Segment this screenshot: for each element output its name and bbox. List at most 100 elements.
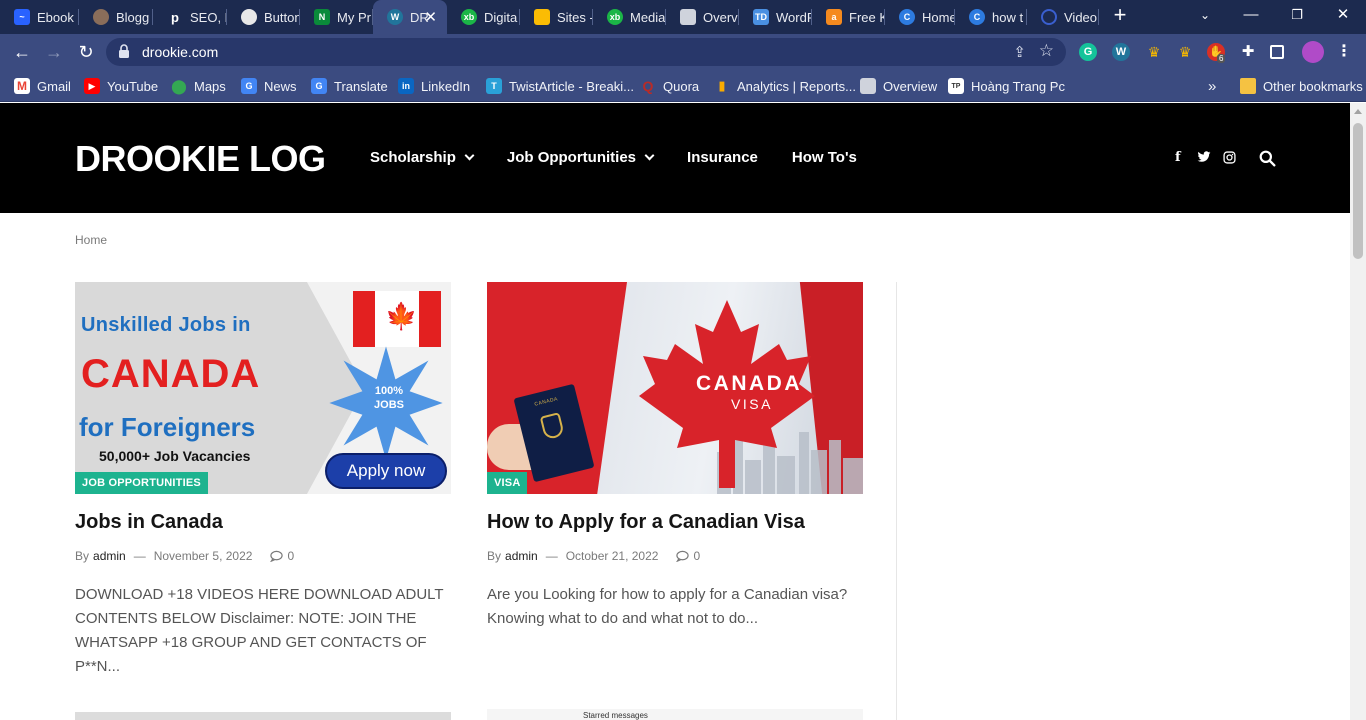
tab[interactable]: C Home — [885, 0, 955, 34]
nav-scholarship[interactable]: Scholarship — [370, 149, 475, 166]
facebook-icon[interactable]: f — [1175, 150, 1181, 165]
post-excerpt: Are you Looking for how to apply for a C… — [487, 586, 848, 627]
site-logo[interactable]: DROOKIE LOG — [75, 138, 326, 180]
reload-button[interactable]: ↻ — [74, 40, 98, 64]
tab-label: My Pr — [337, 9, 371, 25]
category-badge[interactable]: VISA — [487, 472, 528, 494]
tab-label: Free K — [849, 9, 885, 25]
bookmark-item[interactable]: Q Quora — [640, 77, 700, 95]
bookmark-item[interactable]: in LinkedIn — [398, 77, 470, 95]
post-card: Unskilled Jobs in CANADA for Foreigners … — [75, 282, 451, 679]
tab[interactable]: TD WordP — [739, 0, 812, 34]
tab[interactable]: Video — [1027, 0, 1099, 34]
side-panel-icon[interactable] — [1270, 45, 1284, 59]
sidebar-divider — [896, 282, 897, 720]
share-icon[interactable]: ⇪ — [1013, 43, 1026, 61]
crown-icon[interactable]: ♛ — [1176, 43, 1194, 61]
nav-how-tos[interactable]: How To's — [792, 149, 857, 166]
nav-label: How To's — [791, 149, 857, 166]
tab-label: Media — [630, 9, 666, 25]
canva-icon: C — [969, 9, 985, 25]
tab-search-icon[interactable]: ⌄ — [1182, 0, 1228, 30]
tab[interactable]: Button — [227, 0, 300, 34]
tab[interactable]: N My Pr — [300, 0, 373, 34]
crown-icon[interactable]: ♛ — [1145, 43, 1163, 61]
wordpress-ext-icon[interactable]: W — [1112, 43, 1130, 61]
more-bookmarks-button[interactable]: » — [1208, 77, 1216, 95]
comments-link[interactable]: 0 — [676, 549, 700, 563]
tab[interactable]: Overv — [666, 0, 739, 34]
bookmark-item[interactable]: ⬤ Maps — [171, 77, 226, 95]
tab-active[interactable]: W DR ✕ — [373, 0, 447, 34]
post-title[interactable]: How to Apply for a Canadian Visa — [487, 511, 863, 534]
main-navigation: Scholarship Job Opportunities Insurance … — [370, 149, 891, 166]
bookmark-label: Analytics | Reports... — [737, 78, 856, 94]
instagram-icon[interactable] — [1223, 151, 1236, 164]
tab-label: Ebook — [37, 9, 74, 25]
bookmark-item[interactable]: ▶ YouTube — [84, 77, 158, 95]
bookmark-label: Overview — [883, 78, 938, 94]
address-bar[interactable]: drookie.com ⇪ ☆ — [106, 38, 1066, 66]
close-window-button[interactable]: ✕ — [1320, 0, 1366, 30]
tab[interactable]: xb Media — [593, 0, 666, 34]
next-post-thumbnail[interactable]: Starred messages — [487, 709, 863, 720]
google-ads-icon — [534, 9, 550, 25]
twitter-icon[interactable] — [1197, 151, 1211, 163]
post-thumbnail[interactable]: Unskilled Jobs in CANADA for Foreigners … — [75, 282, 451, 494]
search-icon[interactable] — [1259, 150, 1276, 167]
bookmark-item[interactable]: M Gmail — [14, 77, 71, 95]
extensions-puzzle-icon[interactable]: ✚ — [1239, 43, 1257, 61]
menu-kebab-icon[interactable]: ⋮ — [1335, 43, 1353, 61]
tab[interactable]: ~ Ebook — [0, 0, 79, 34]
grammarly-icon[interactable]: G — [1079, 43, 1097, 61]
peek-text: Starred messages — [583, 711, 648, 720]
minimize-button[interactable]: — — [1228, 0, 1274, 30]
tab[interactable]: a Free K — [812, 0, 885, 34]
bookmark-item[interactable]: G Translate — [311, 77, 388, 95]
image-text: CANADA — [81, 352, 261, 396]
bookmark-star-icon[interactable]: ☆ — [1039, 41, 1054, 61]
close-tab-icon[interactable]: ✕ — [424, 8, 437, 26]
canva-icon: C — [899, 9, 915, 25]
tab[interactable]: p SEO, E — [153, 0, 227, 34]
back-button[interactable]: ← — [10, 40, 34, 64]
post-thumbnail[interactable]: CANADA VISA CANADA VISA — [487, 282, 863, 494]
comment-icon — [270, 550, 284, 562]
quora-icon: Q — [642, 78, 654, 94]
new-tab-button[interactable]: + — [1108, 4, 1132, 28]
bookmark-item[interactable]: ▮ Analytics | Reports... — [714, 77, 856, 95]
comment-count: 0 — [287, 549, 295, 563]
bookmarks-bar: M Gmail ▶ YouTube ⬤ Maps G News G Translate i… — [0, 70, 1366, 102]
restore-button[interactable]: ❐ — [1274, 0, 1320, 30]
author-link[interactable]: admin — [505, 549, 538, 563]
breadcrumb[interactable]: Home — [75, 233, 107, 247]
bookmark-label: Hoàng Trang Pc — [971, 78, 1065, 94]
nav-insurance[interactable]: Insurance — [687, 149, 758, 166]
category-badge[interactable]: JOB OPPORTUNITIES — [75, 472, 208, 494]
bookmark-item[interactable]: T TwistArticle - Breaki... — [486, 77, 634, 95]
tab[interactable]: Blogg — [79, 0, 153, 34]
other-bookmarks-folder[interactable]: Other bookmarks — [1240, 77, 1363, 95]
author-link[interactable]: admin — [93, 549, 126, 563]
scroll-up-icon[interactable] — [1354, 109, 1362, 114]
youtube-icon: ▶ — [84, 78, 100, 94]
comments-link[interactable]: 0 — [270, 549, 294, 563]
next-post-thumbnail[interactable] — [75, 712, 451, 720]
forward-button[interactable]: → — [42, 40, 66, 64]
tab[interactable]: xb Digita — [447, 0, 520, 34]
post-title[interactable]: Jobs in Canada — [75, 511, 451, 534]
bookmark-label: TwistArticle - Breaki... — [509, 78, 634, 94]
scrollbar-thumb[interactable] — [1353, 123, 1363, 259]
tab[interactable]: C how t — [955, 0, 1027, 34]
tab[interactable]: Sites - — [520, 0, 593, 34]
tab-label: how t — [992, 9, 1024, 25]
bookmark-item[interactable]: G News — [241, 77, 297, 95]
page-scrollbar[interactable] — [1350, 103, 1366, 720]
bookmark-item[interactable]: Overview — [860, 77, 937, 95]
nav-job-opportunities[interactable]: Job Opportunities — [507, 149, 655, 166]
bookmark-item[interactable]: TP Hoàng Trang Pc — [948, 77, 1065, 95]
avatar-icon — [93, 9, 109, 25]
post-date: October 21, 2022 — [565, 549, 659, 563]
profile-avatar[interactable] — [1302, 41, 1324, 63]
gmail-icon: M — [14, 78, 30, 94]
